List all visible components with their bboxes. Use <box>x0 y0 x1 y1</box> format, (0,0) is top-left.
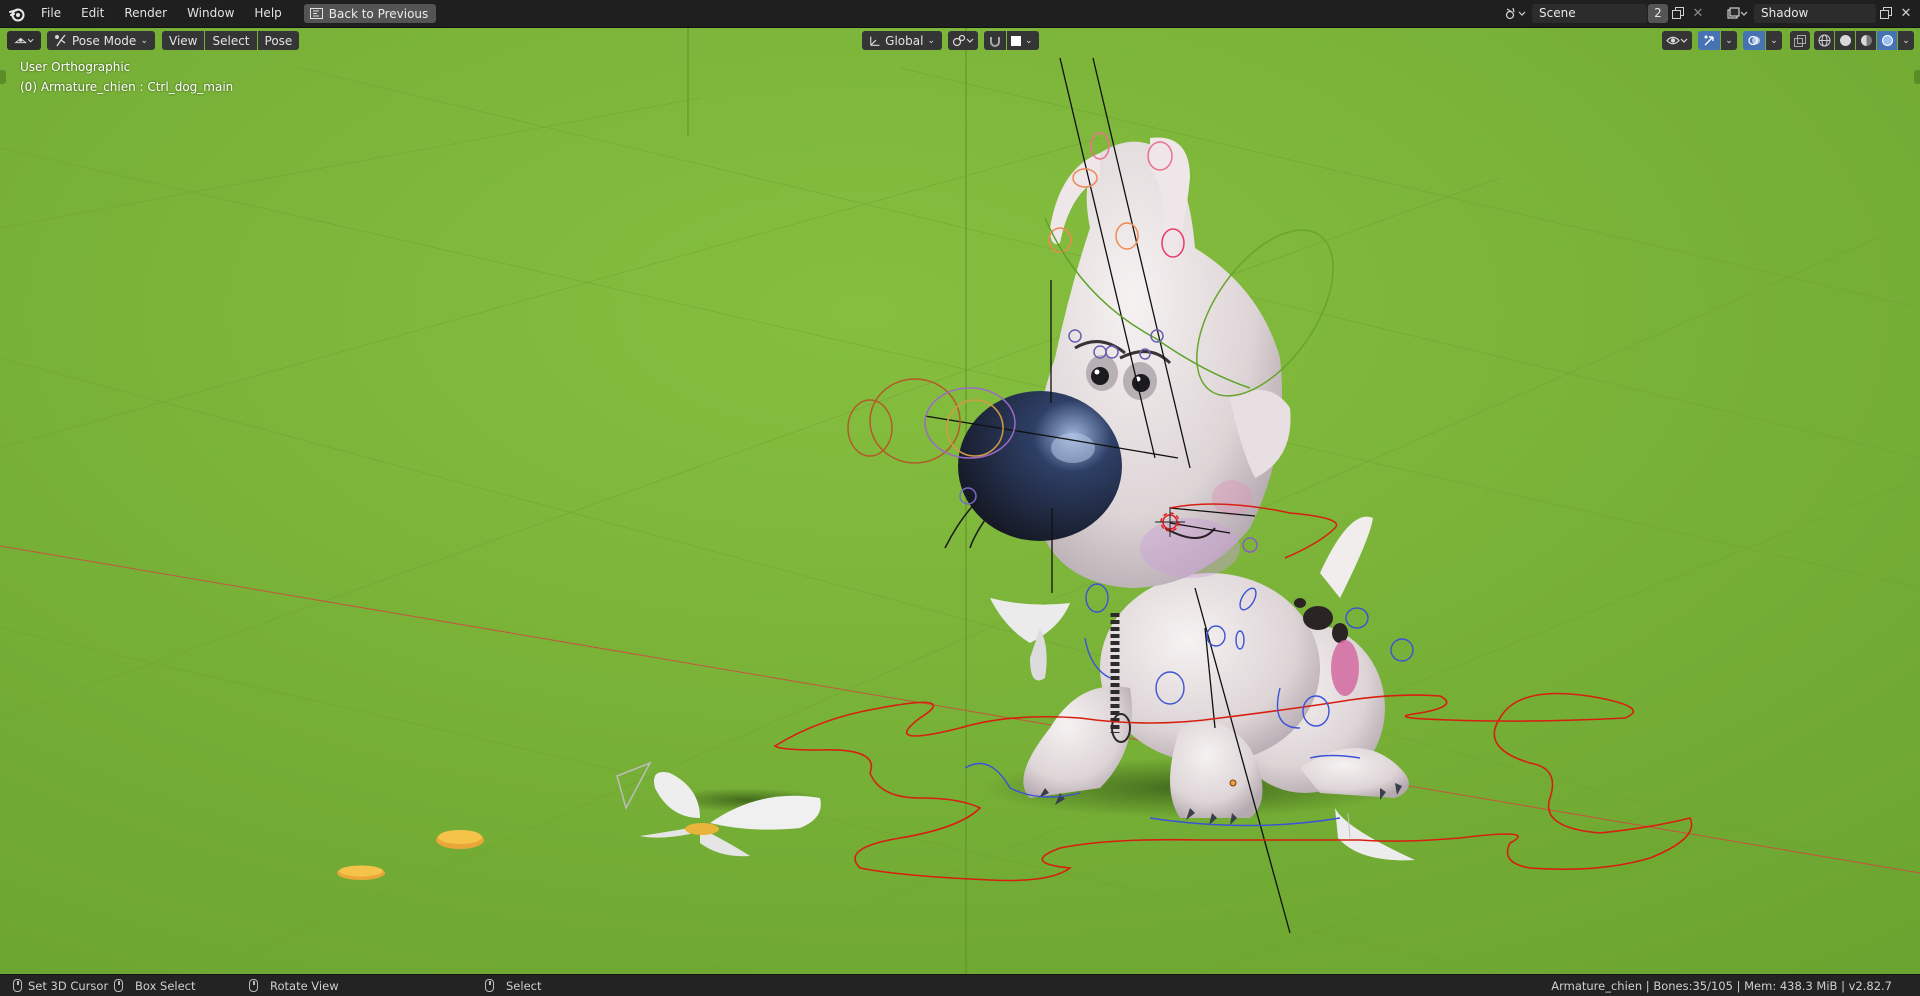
snap-target-selector[interactable]: ⌄ <box>1007 31 1039 50</box>
editor-type-button[interactable] <box>7 31 41 50</box>
close-icon: ✕ <box>1692 5 1704 21</box>
shading-wireframe-button[interactable] <box>1814 31 1834 50</box>
menu-window[interactable]: Window <box>177 0 244 27</box>
box-select-hint: Box Select <box>135 978 196 993</box>
active-object-label: (0) Armature_chien : Ctrl_dog_main <box>20 80 234 94</box>
duplicate-icon <box>1880 7 1892 19</box>
shading-solid-button[interactable] <box>1835 31 1855 50</box>
view-layer-selector: Shadow ✕ <box>1722 3 1916 23</box>
view-layer-name-field[interactable]: Shadow <box>1754 3 1876 23</box>
new-view-layer-button[interactable] <box>1876 4 1896 23</box>
pivot-point-icon <box>952 34 974 47</box>
xray-toggle[interactable] <box>1790 31 1810 50</box>
chevron-down-icon: ⌄ <box>1025 35 1033 46</box>
rotate-view-hint: Rotate View <box>270 978 339 993</box>
orientation-label: Global <box>885 33 924 48</box>
snap-increment-icon <box>1011 35 1021 46</box>
3d-viewport[interactable]: User Orthographic (0) Armature_chien : C… <box>0 28 1920 974</box>
select-hint: Select <box>506 978 542 993</box>
screen-back-icon <box>309 8 323 19</box>
solid-sphere-icon <box>1839 35 1851 46</box>
viewport-scene[interactable] <box>0 28 1920 974</box>
delete-view-layer-button[interactable]: ✕ <box>1896 4 1916 23</box>
chevron-down-icon: ⌄ <box>1902 35 1910 46</box>
gizmo-dropdown[interactable]: ⌄ <box>1721 31 1737 50</box>
pose-mode-icon <box>55 34 66 47</box>
left-region-toggle[interactable] <box>0 70 6 84</box>
xray-icon <box>1794 34 1806 47</box>
scene-name-field[interactable]: Scene <box>1532 3 1647 23</box>
eye-icon <box>1666 36 1688 45</box>
mouse-right-icon <box>485 979 494 992</box>
view-menu[interactable]: View <box>162 31 205 50</box>
menu-file[interactable]: File <box>31 0 71 27</box>
chevron-down-icon: ⌄ <box>1770 35 1778 46</box>
mode-selector[interactable]: Pose Mode ⌄ <box>47 31 155 50</box>
pivot-point <box>1229 779 1237 787</box>
overlays-icon <box>1747 35 1760 46</box>
mouse-left-icon <box>13 979 22 992</box>
wireframe-sphere-icon <box>1818 34 1830 47</box>
status-bar: Set 3D Cursor Box Select Rotate View Sel… <box>0 974 1920 996</box>
scene-browse-button[interactable] <box>1500 4 1530 23</box>
viewport-header: Pose Mode ⌄ View Select Pose Global ⌄ ⌄ … <box>0 28 1920 52</box>
scene-statistics: Armature_chien | Bones:35/105 | Mem: 438… <box>1551 978 1892 993</box>
new-scene-button[interactable] <box>1668 4 1688 23</box>
material-sphere-icon <box>1860 35 1872 46</box>
magnet-icon <box>990 36 1000 47</box>
chevron-down-icon: ⌄ <box>1725 35 1733 46</box>
right-region-toggle[interactable] <box>1914 70 1920 84</box>
render-layers-icon <box>1727 7 1748 19</box>
back-to-previous-label: Back to Previous <box>328 6 429 21</box>
object-visibility-selector[interactable] <box>1662 31 1692 50</box>
scene-icon <box>1505 7 1526 20</box>
overlays-toggle[interactable] <box>1743 31 1765 50</box>
shading-rendered-button[interactable] <box>1877 31 1897 50</box>
menu-edit[interactable]: Edit <box>71 0 114 27</box>
select-menu[interactable]: Select <box>205 31 257 50</box>
coin-2-top <box>339 865 383 877</box>
mouse-middle-icon <box>249 979 258 992</box>
close-icon: ✕ <box>1900 5 1912 21</box>
snap-toggle[interactable] <box>984 31 1006 50</box>
viewport-background <box>0 28 1920 974</box>
gizmo-toggle[interactable] <box>1698 31 1720 50</box>
menu-help[interactable]: Help <box>244 0 291 27</box>
pivot-point-selector[interactable] <box>948 31 978 50</box>
view-layer-browse-button[interactable] <box>1722 4 1752 23</box>
chevron-down-icon: ⌄ <box>927 35 935 46</box>
overlays-dropdown[interactable]: ⌄ <box>1766 31 1782 50</box>
delete-scene-button[interactable]: ✕ <box>1688 4 1708 23</box>
blender-logo-icon[interactable] <box>9 6 25 22</box>
mouse-drag-icon <box>114 979 123 992</box>
3d-view-icon <box>14 37 34 44</box>
rendered-sphere-icon <box>1881 35 1893 46</box>
shading-dropdown[interactable]: ⌄ <box>1898 31 1914 50</box>
duplicate-icon <box>1672 7 1684 19</box>
mode-label: Pose Mode <box>72 33 137 48</box>
menu-render[interactable]: Render <box>114 0 177 27</box>
scene-users-count[interactable]: 2 <box>1648 3 1668 23</box>
orientation-global-icon <box>870 36 880 46</box>
pose-menu[interactable]: Pose <box>257 31 300 50</box>
shading-material-button[interactable] <box>1856 31 1876 50</box>
chevron-down-icon: ⌄ <box>140 35 148 46</box>
back-to-previous-button[interactable]: Back to Previous <box>303 4 437 23</box>
gizmo-icon <box>1704 35 1714 46</box>
view-name-label: User Orthographic <box>20 60 131 74</box>
scene-selector: Scene 2 ✕ <box>1500 3 1708 23</box>
coin-1-top <box>438 830 482 844</box>
set-3d-cursor-hint: Set 3D Cursor <box>28 978 109 993</box>
transform-orientation-selector[interactable]: Global ⌄ <box>862 31 942 50</box>
top-menu-bar: File Edit Render Window Help Back to Pre… <box>0 0 1920 28</box>
